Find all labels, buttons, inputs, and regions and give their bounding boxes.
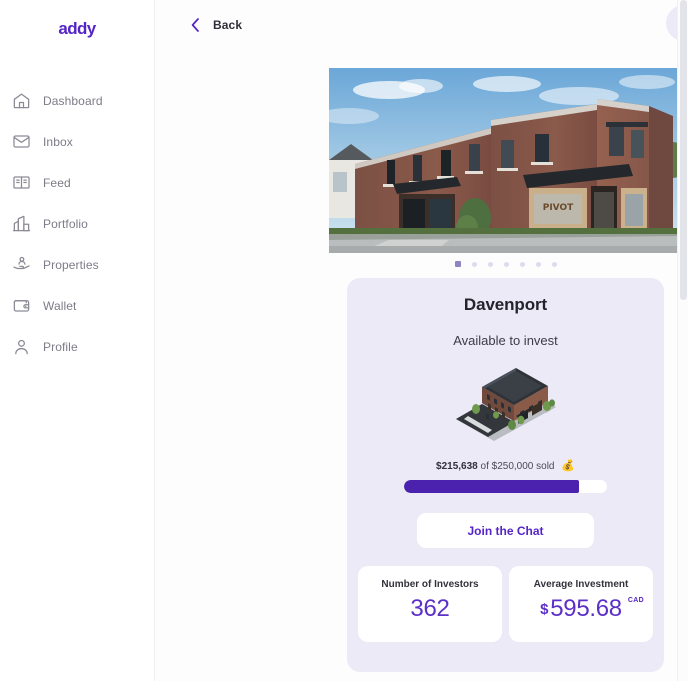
carousel-dot[interactable]	[503, 261, 509, 267]
bar-chart-icon	[12, 214, 31, 233]
scrollbar-thumb[interactable]	[680, 0, 687, 300]
back-button-label: Back	[213, 17, 243, 32]
envelope-icon	[12, 132, 31, 151]
funding-sold-text: sold	[536, 461, 555, 472]
main-content: Back PIVOT Davenport Available to invest…	[155, 0, 688, 681]
stats-row: Number of Investors 362 Average Investme…	[358, 566, 653, 642]
stat-card-investors: Number of Investors 362	[358, 566, 502, 642]
sidebar-item-profile[interactable]: Profile	[0, 326, 154, 367]
back-button[interactable]: Back	[191, 18, 242, 32]
funding-progress-bar	[404, 480, 607, 493]
person-icon	[12, 337, 31, 356]
sidebar-item-label: Dashboard	[43, 93, 103, 108]
funding-raised-amount: $215,638	[436, 461, 478, 472]
funding-goal-amount: $250,000	[491, 461, 534, 472]
scrollbar[interactable]	[677, 0, 688, 681]
currency-symbol: $	[540, 601, 549, 618]
book-icon	[12, 173, 31, 192]
sidebar-item-label: Inbox	[43, 134, 73, 149]
sidebar-item-label: Portfolio	[43, 216, 88, 231]
stat-label: Average Investment	[533, 579, 629, 590]
sidebar-item-label: Properties	[43, 257, 99, 272]
sidebar-item-wallet[interactable]: Wallet	[0, 285, 154, 326]
sidebar-item-feed[interactable]: Feed	[0, 162, 154, 203]
carousel-dot[interactable]	[535, 261, 541, 267]
hand-person-icon	[12, 255, 31, 274]
funding-of-text: of	[480, 461, 489, 472]
stat-card-average-investment: Average Investment $595.68 CAD	[509, 566, 653, 642]
sidebar-item-label: Profile	[43, 339, 78, 354]
stat-number: 595.68	[550, 595, 622, 622]
sidebar: addy Dashboard Inbox Feed Portfolio Prop…	[0, 0, 155, 681]
sidebar-item-label: Feed	[43, 175, 71, 190]
carousel-dot[interactable]	[519, 261, 525, 267]
brand-logo-container[interactable]: addy	[0, 0, 154, 52]
sidebar-item-properties[interactable]: Properties	[0, 244, 154, 285]
wallet-icon	[12, 296, 31, 315]
money-bag-icon: 💰	[561, 460, 575, 472]
home-icon	[12, 91, 31, 110]
page-title: Davenport	[463, 295, 548, 314]
property-hero-image[interactable]: PIVOT	[329, 68, 682, 253]
carousel-dot[interactable]	[487, 261, 493, 267]
stat-label: Number of Investors	[381, 579, 479, 590]
property-card: Davenport Available to invest $215,638 o…	[347, 278, 664, 672]
topbar: Back	[155, 0, 688, 49]
stat-value: 362	[358, 595, 502, 623]
svg-text:PIVOT: PIVOT	[543, 203, 574, 213]
funding-progress-fill	[404, 480, 579, 493]
status-badge: Available to invest	[453, 333, 558, 348]
chevron-left-icon	[191, 17, 200, 32]
app-root: addy Dashboard Inbox Feed Portfolio Prop…	[0, 0, 688, 681]
brand-logo-text: addy	[58, 19, 96, 38]
join-chat-button[interactable]: Join the Chat	[417, 513, 594, 548]
carousel-dots[interactable]	[329, 253, 682, 275]
sidebar-item-label: Wallet	[43, 298, 77, 313]
sidebar-item-dashboard[interactable]: Dashboard	[0, 80, 154, 121]
sidebar-item-portfolio[interactable]: Portfolio	[0, 203, 154, 244]
carousel-dot[interactable]	[471, 261, 477, 267]
property-illustration	[347, 363, 664, 445]
sidebar-item-inbox[interactable]: Inbox	[0, 121, 154, 162]
stat-number: 362	[410, 595, 450, 622]
currency-badge: CAD	[627, 597, 644, 604]
sidebar-nav: Dashboard Inbox Feed Portfolio Propertie…	[0, 80, 154, 367]
funding-progress-text: $215,638 of $250,000 sold 💰	[347, 459, 664, 472]
carousel-dot[interactable]	[551, 261, 557, 267]
carousel-dot[interactable]	[454, 261, 461, 267]
